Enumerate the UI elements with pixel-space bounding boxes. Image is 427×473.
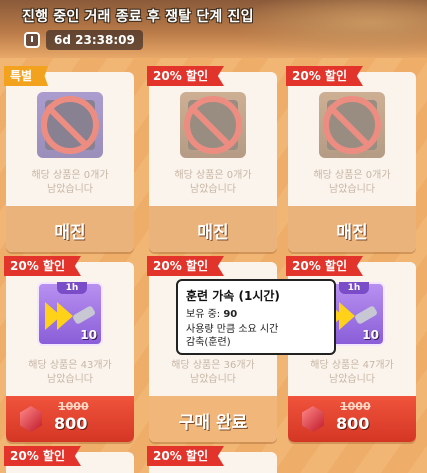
remaining-stock-text: 해당 상품은 0개가 남았습니다 [31,170,109,195]
special-badge: 특별 [4,66,49,86]
shop-card[interactable]: 20% 할인 [147,446,277,473]
sold-out-button: 매진 [6,206,134,252]
buy-button[interactable]: 1000 800 [6,396,134,442]
shop-card[interactable]: 20% 할인 해당 상품은 0개가 남았습니다 매진 [286,66,416,252]
discount-badge: 20% 할인 [4,256,81,276]
ruby-gem-icon [20,406,42,432]
tooltip-owned: 보유 중: 90 [186,309,238,320]
discount-badge: 20% 할인 [286,256,363,276]
discount-badge: 20% 할인 [147,446,224,466]
item-image [319,92,385,158]
purchased-button: 구매 완료 [149,396,277,442]
shop-card[interactable]: 20% 할인 1h 10 해당 상품은 43개가 남았습니다 1000 800 [4,256,134,442]
remaining-stock-text: 해당 상품은 36개가 남았습니다 [171,360,255,385]
prohibited-icon [184,96,242,154]
sold-out-button: 매진 [288,206,416,252]
countdown-timer: 6d 23:38:09 [46,30,143,50]
original-price: 1000 [340,400,371,413]
event-banner: 진행 중인 거래 종료 후 쟁탈 단계 진입 6d 23:38:09 [0,0,427,58]
remaining-stock-text: 해당 상품은 0개가 남았습니다 [174,170,252,195]
tooltip-title: 훈련 가속 (1시간) [186,289,280,303]
training-speedup-item: 1h 10 [37,282,103,346]
tooltip-description: 사용량 만큼 소요 시간 감축(훈련) [186,324,279,348]
sold-out-button: 매진 [149,206,277,252]
item-quantity: 10 [362,328,379,342]
shop-card[interactable]: 20% 할인 [4,446,134,473]
prohibited-icon [41,96,99,154]
buy-button[interactable]: 1000 800 [288,396,416,442]
original-price: 1000 [58,400,89,413]
duration-tag: 1h [339,282,369,294]
discount-badge: 20% 할인 [286,66,363,86]
remaining-stock-text: 해당 상품은 0개가 남았습니다 [313,170,391,195]
discount-badge: 20% 할인 [147,66,224,86]
shop-card[interactable]: 20% 할인 해당 상품은 0개가 남았습니다 매진 [147,66,277,252]
shop-card-special[interactable]: 특별 해당 상품은 0개가 남았습니다 매진 [4,66,134,252]
remaining-stock-text: 해당 상품은 47개가 남았습니다 [310,360,394,385]
sale-price: 800 [54,414,88,433]
item-quantity: 10 [80,328,97,342]
item-image [180,92,246,158]
item-tooltip: 훈련 가속 (1시간) 보유 중: 90 사용량 만큼 소요 시간 감축(훈련) [176,279,336,355]
discount-badge: 20% 할인 [147,256,224,276]
banner-title: 진행 중인 거래 종료 후 쟁탈 단계 진입 [22,9,254,25]
remaining-stock-text: 해당 상품은 43개가 남았습니다 [28,360,112,385]
sale-price: 800 [336,414,370,433]
item-image [37,92,103,158]
clock-icon [24,32,40,48]
discount-badge: 20% 할인 [4,446,81,466]
prohibited-icon [323,96,381,154]
duration-tag: 1h [57,282,87,294]
hammer-icon [71,305,97,325]
hammer-icon [353,305,379,325]
ruby-gem-icon [302,406,324,432]
